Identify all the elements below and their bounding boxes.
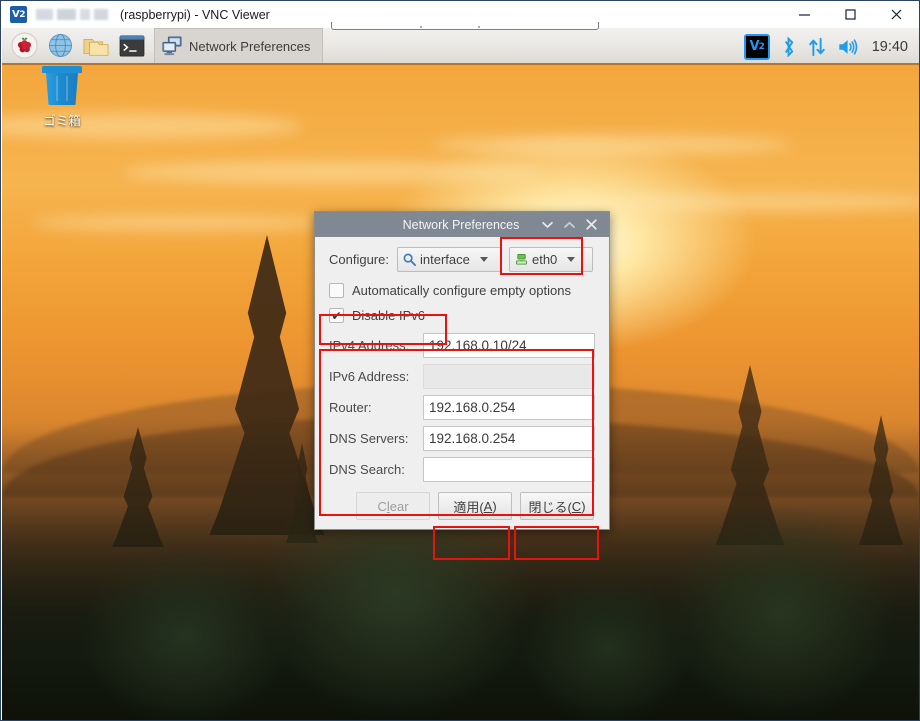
dialog-body: Configure: interface eth0 Automatically … (315, 237, 609, 529)
shade-up-button[interactable] (563, 218, 576, 231)
volume-icon[interactable] (837, 36, 860, 58)
clear-button[interactable]: Cl ear (356, 492, 430, 520)
launcher-file-manager[interactable] (80, 30, 112, 62)
vnc-logo-icon: V2 (10, 6, 27, 23)
bluetooth-icon[interactable] (780, 36, 797, 58)
ipv6-address-input (423, 364, 595, 389)
task-button-network-preferences[interactable]: Network Preferences (154, 28, 324, 63)
close-dialog-button[interactable]: 閉じる(C) (520, 492, 594, 520)
configure-scope-value: interface (419, 252, 470, 267)
dns-search-input[interactable] (423, 457, 595, 482)
close-icon (891, 9, 901, 20)
chevron-down-icon (567, 257, 576, 262)
taskbar-launchers (2, 28, 148, 64)
launcher-web-browser[interactable] (44, 30, 76, 62)
task-button-label: Network Preferences (189, 38, 311, 54)
dialog-close-button[interactable] (585, 218, 598, 231)
check-icon: ✔ (331, 308, 342, 323)
checkbox-auto-configure-label: Automatically configure empty options (352, 283, 571, 298)
chevron-down-icon (542, 221, 553, 228)
trash-lid (42, 66, 82, 73)
configure-label: Configure: (329, 252, 389, 267)
configure-row: Configure: interface eth0 (329, 247, 595, 272)
ipv6-address-label: IPv6 Address: (329, 369, 410, 384)
dialog-titlebar[interactable]: Network Preferences (315, 212, 609, 237)
network-updown-icon[interactable] (807, 36, 827, 58)
checkbox-disable-ipv6[interactable]: ✔ Disable IPv6 (329, 308, 595, 323)
redacted-address (36, 9, 114, 20)
chevron-up-icon (564, 221, 575, 228)
network-preferences-icon (162, 36, 182, 56)
configure-scope-dropdown[interactable]: interface (396, 247, 501, 272)
ipv4-address-label: IPv4 Address: (329, 338, 410, 353)
field-row-dns-search: DNS Search: (329, 457, 595, 482)
close-button[interactable] (873, 1, 919, 28)
field-row-ipv6-address: IPv6 Address: (329, 364, 595, 389)
checkbox-disable-ipv6-label: Disable IPv6 (352, 308, 425, 323)
toolbar-tab-dot (478, 26, 480, 28)
launcher-raspberry-menu[interactable] (8, 30, 40, 62)
dialog-button-row: Cl ear 適用(A) 閉じる(C) (329, 492, 595, 520)
host-window-title: (raspberrypi) - VNC Viewer (36, 8, 270, 22)
shade-down-button[interactable] (541, 218, 554, 231)
dns-search-label: DNS Search: (329, 462, 405, 477)
checkbox-box: ✔ (329, 308, 344, 323)
toolbar-tab-dot (420, 26, 422, 28)
router-label: Router: (329, 400, 372, 415)
dns-servers-input[interactable]: 192.168.0.254 (423, 426, 595, 451)
host-window-title-text: (raspberrypi) - VNC Viewer (120, 7, 270, 22)
desktop-icon-label: ゴミ箱 (43, 113, 81, 128)
tray-vnc-icon[interactable]: V2 (743, 33, 770, 60)
trash-icon (41, 66, 83, 106)
apply-button[interactable]: 適用(A) (438, 492, 512, 520)
ethernet-icon (515, 253, 528, 266)
field-row-router: Router: 192.168.0.254 (329, 395, 595, 420)
ipv4-address-input[interactable]: 192.168.0.10/24 (423, 333, 595, 358)
minimize-button[interactable] (781, 1, 827, 28)
network-preferences-dialog: Network Preferences Configure: interface… (314, 211, 610, 530)
maximize-icon (844, 9, 856, 20)
close-icon (586, 219, 597, 230)
remote-desktop: ゴミ箱 Network Preferences V 2 19:40 Networ… (2, 28, 919, 720)
launcher-terminal[interactable] (116, 30, 148, 62)
folder-icon (83, 38, 109, 56)
cloud (32, 215, 332, 231)
maximize-button[interactable] (827, 1, 873, 28)
dns-servers-label: DNS Servers: (329, 431, 409, 446)
router-input[interactable]: 192.168.0.254 (423, 395, 595, 420)
terminal-icon (119, 34, 145, 57)
cloud (122, 161, 542, 183)
raspberry-icon (10, 32, 38, 59)
vnc-toolbar-tab[interactable] (331, 22, 599, 30)
tray-clock[interactable]: 19:40 (872, 39, 908, 55)
globe-icon (48, 33, 72, 58)
chevron-down-icon (479, 257, 488, 262)
window-controls (781, 1, 919, 28)
cloud (562, 193, 919, 211)
taskbar: Network Preferences V2 19:40 (2, 28, 919, 65)
system-tray: V2 19:40 (743, 28, 919, 65)
cloud (432, 135, 792, 155)
minimize-icon (798, 14, 810, 16)
dialog-title: Network Preferences (402, 217, 520, 232)
field-row-dns-servers: DNS Servers: 192.168.0.254 (329, 426, 595, 451)
address-fields: IPv4 Address: 192.168.0.10/24 IPv6 Addre… (329, 333, 595, 482)
field-row-ipv4-address: IPv4 Address: 192.168.0.10/24 (329, 333, 595, 358)
checkbox-auto-configure[interactable]: Automatically configure empty options (329, 283, 595, 298)
configure-target-value: eth0 (531, 252, 558, 267)
trash-body (46, 73, 78, 105)
vnc-viewer-window: V2 (raspberrypi) - VNC Viewer ゴミ箱 Networ… (0, 0, 920, 721)
desktop-icon-trash[interactable]: ゴミ箱 (28, 66, 96, 129)
interface-icon (403, 253, 416, 266)
configure-target-dropdown[interactable]: eth0 (508, 247, 593, 272)
dialog-titlebar-buttons (541, 218, 609, 231)
checkbox-box (329, 283, 344, 298)
